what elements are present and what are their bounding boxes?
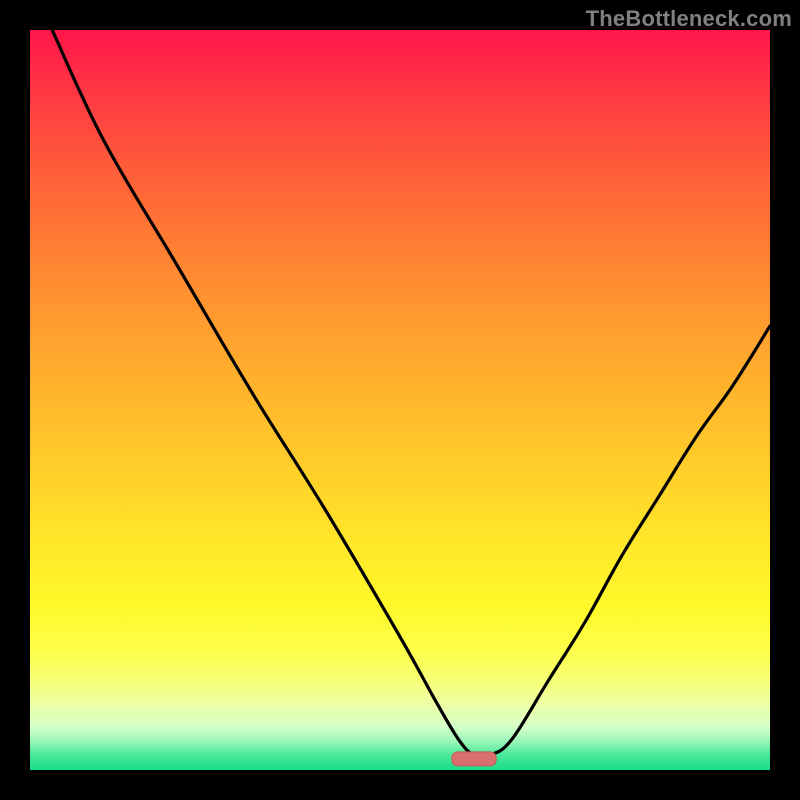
plot-area — [30, 30, 770, 770]
watermark-text: TheBottleneck.com — [586, 6, 792, 32]
chart-svg — [30, 30, 770, 770]
bottleneck-curve — [52, 30, 770, 757]
chart-frame: TheBottleneck.com — [0, 0, 800, 800]
optimum-marker — [452, 752, 496, 766]
